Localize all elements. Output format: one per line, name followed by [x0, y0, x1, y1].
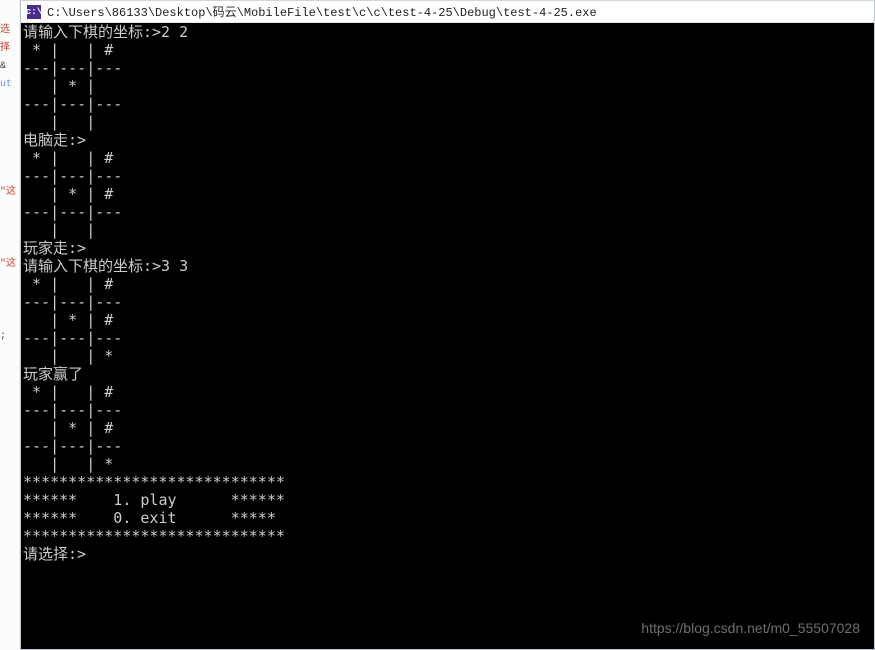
console-line: ****** 0. exit ***** [23, 509, 276, 527]
window-titlebar[interactable]: c:\ C:\Users\86133\Desktop\码云\MobileFile… [21, 1, 874, 23]
console-line: ****** 1. play ****** [23, 491, 285, 509]
console-line: ---|---|--- [23, 437, 122, 455]
console-line: | * | # [23, 311, 113, 329]
console-line: 电脑走:> [23, 131, 86, 149]
console-line: ---|---|--- [23, 293, 122, 311]
console-line: * | | # [23, 275, 113, 293]
console-line: ---|---|--- [23, 59, 122, 77]
app-icon: c:\ [27, 5, 41, 19]
gutter-line: & [0, 58, 19, 76]
console-line: | * | # [23, 185, 113, 203]
console-output[interactable]: 请输入下棋的坐标:>2 2 * | | # ---|---|--- | * | … [21, 23, 874, 649]
console-line: 玩家走:> [23, 239, 86, 257]
console-line: ***************************** [23, 473, 285, 491]
editor-gutter: 选择 & ut "这 "这 ; [0, 0, 20, 650]
console-line: 请输入下棋的坐标:>3 3 [23, 257, 188, 275]
console-line: ---|---|--- [23, 95, 122, 113]
console-line: ---|---|--- [23, 401, 122, 419]
console-line: ***************************** [23, 527, 285, 545]
console-line: | * | [23, 77, 113, 95]
console-line: 请输入下棋的坐标:>2 2 [23, 23, 188, 41]
console-line: * | | # [23, 383, 113, 401]
gutter-line: 选择 [0, 22, 19, 58]
window-title: C:\Users\86133\Desktop\码云\MobileFile\tes… [47, 3, 597, 20]
gutter-line: "这 [0, 184, 19, 202]
console-line: 请选择:> [23, 545, 86, 563]
console-line: | | * [23, 455, 113, 473]
console-line: ---|---|--- [23, 167, 122, 185]
console-line: 玩家赢了 [23, 365, 83, 383]
watermark: https://blog.csdn.net/m0_55507028 [641, 619, 860, 637]
gutter-line: "这 [0, 256, 19, 274]
gutter-line: ; [0, 328, 19, 346]
console-line: ---|---|--- [23, 203, 122, 221]
console-line: ---|---|--- [23, 329, 122, 347]
console-line: | | [23, 113, 113, 131]
console-line: * | | # [23, 149, 113, 167]
console-line: | | * [23, 347, 113, 365]
gutter-line: ut [0, 76, 19, 94]
console-window: c:\ C:\Users\86133\Desktop\码云\MobileFile… [20, 0, 875, 650]
console-line: * | | # [23, 41, 113, 59]
console-line: | * | # [23, 419, 113, 437]
console-line: | | [23, 221, 113, 239]
